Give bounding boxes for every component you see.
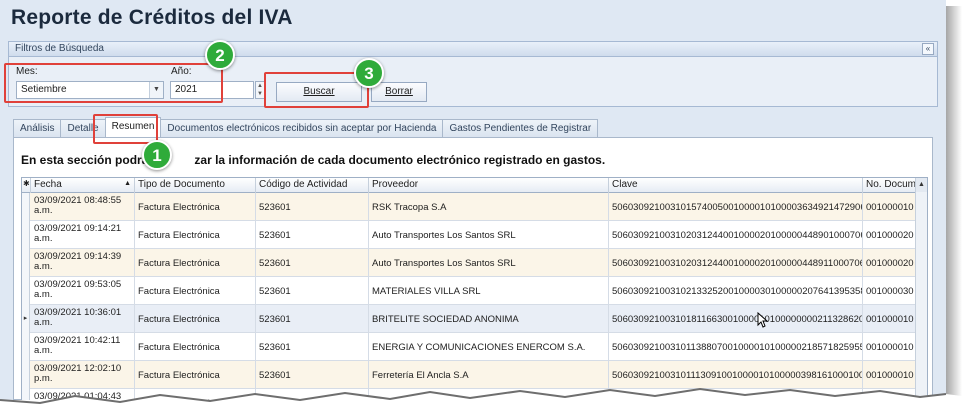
column-header-codigo[interactable]: Código de Actividad: [256, 178, 369, 193]
callout-badge-3: 3: [354, 58, 384, 88]
column-header-fecha[interactable]: Fecha ▲: [31, 178, 135, 193]
cell-no[interactable]: 001000020: [863, 221, 917, 249]
cell-tipo[interactable]: Factura Electrónica: [135, 277, 256, 305]
cell-proveedor[interactable]: RSK Tracopa S.A: [369, 193, 609, 221]
tab-analisis[interactable]: Análisis: [13, 119, 62, 138]
cell-clave[interactable]: 5060309210031021332520010000301000002076…: [609, 277, 863, 305]
pin-icon[interactable]: ✱: [22, 178, 31, 193]
cell-fecha[interactable]: 03/09/2021 10:36:01 a.m.: [31, 305, 135, 333]
scroll-up-icon[interactable]: ▲: [916, 178, 927, 192]
table-row[interactable]: 03/09/2021 10:42:11 a.m. Factura Electrón…: [22, 333, 927, 361]
column-header-proveedor[interactable]: Proveedor: [369, 178, 609, 193]
filters-header[interactable]: Filtros de Búsqueda «: [8, 41, 938, 57]
cell-clave[interactable]: 5060309210031018116630010000101000000002…: [609, 305, 863, 333]
cell-codigo[interactable]: 523601: [256, 305, 369, 333]
cell-codigo[interactable]: 523601: [256, 333, 369, 361]
torn-edge-decoration: [0, 387, 962, 418]
row-header[interactable]: [22, 249, 30, 277]
mouse-cursor-icon: [757, 312, 769, 328]
cell-tipo[interactable]: Factura Electrónica: [135, 221, 256, 249]
cell-proveedor[interactable]: BRITELITE SOCIEDAD ANONIMA: [369, 305, 609, 333]
callout-box-resumen-tab: [93, 114, 158, 144]
cell-tipo[interactable]: Factura Electrónica: [135, 333, 256, 361]
callout-box-date-filters: [4, 63, 223, 103]
cell-proveedor[interactable]: MATERIALES VILLA SRL: [369, 277, 609, 305]
table-row[interactable]: 03/09/2021 09:53:05 a.m. Factura Electrón…: [22, 277, 927, 305]
cell-fecha[interactable]: 03/09/2021 09:14:39 a.m.: [31, 249, 135, 277]
tab-content: En esta sección podrá zar la información …: [13, 137, 933, 400]
section-text-before: En esta sección podrá: [21, 153, 149, 167]
cell-clave[interactable]: 5060309210031015740050010000101000036349…: [609, 193, 863, 221]
filters-header-label: Filtros de Búsqueda: [15, 43, 104, 54]
row-header[interactable]: [22, 193, 30, 221]
row-header[interactable]: [22, 333, 30, 361]
callout-badge-1: 1: [142, 140, 172, 170]
cell-tipo[interactable]: Factura Electrónica: [135, 249, 256, 277]
cell-codigo[interactable]: 523601: [256, 277, 369, 305]
column-header-no-documento[interactable]: No. Docum: [863, 178, 917, 193]
section-text-after: zar la información de cada documento ele…: [194, 153, 606, 167]
table-row[interactable]: 03/09/2021 09:14:39 a.m. Factura Electrón…: [22, 249, 927, 277]
cell-no[interactable]: 001000010: [863, 333, 917, 361]
cell-proveedor[interactable]: Auto Transportes Los Santos SRL: [369, 249, 609, 277]
row-header[interactable]: [22, 221, 30, 249]
grid-rows: 03/09/2021 08:48:55 a.m. Factura Electrón…: [22, 193, 927, 400]
vertical-scrollbar[interactable]: ▲: [915, 178, 927, 400]
cell-codigo[interactable]: 523601: [256, 221, 369, 249]
cell-fecha[interactable]: 03/09/2021 10:42:11 a.m.: [31, 333, 135, 361]
tab-gastos-pendientes[interactable]: Gastos Pendientes de Registrar: [442, 119, 599, 138]
grid-header: ✱ Fecha ▲ Tipo de Documento Código de Ac…: [22, 178, 927, 193]
callout-badge-2: 2: [205, 40, 235, 70]
callout-box-search: [264, 72, 369, 108]
app-window: Reporte de Créditos del IVA Filtros de B…: [0, 0, 946, 400]
section-description: En esta sección podrá zar la información …: [21, 153, 605, 167]
cell-no[interactable]: 001000030: [863, 277, 917, 305]
table-row[interactable]: 03/09/2021 08:48:55 a.m. Factura Electrón…: [22, 193, 927, 221]
current-row-indicator-icon[interactable]: ▸: [22, 305, 30, 333]
cell-proveedor[interactable]: Auto Transportes Los Santos SRL: [369, 221, 609, 249]
table-row[interactable]: ▸ 03/09/2021 10:36:01 a.m. Factura Electró…: [22, 305, 927, 333]
cell-fecha[interactable]: 03/09/2021 09:53:05 a.m.: [31, 277, 135, 305]
tab-documentos-sin-aceptar[interactable]: Documentos electrónicos recibidos sin ac…: [160, 119, 444, 138]
page-title: Reporte de Créditos del IVA: [11, 6, 293, 29]
cell-tipo[interactable]: Factura Electrónica: [135, 193, 256, 221]
cell-tipo[interactable]: Factura Electrónica: [135, 305, 256, 333]
cell-codigo[interactable]: 523601: [256, 193, 369, 221]
clear-button[interactable]: Borrar: [371, 82, 427, 102]
cell-no[interactable]: 001000010: [863, 305, 917, 333]
cell-no[interactable]: 001000010: [863, 193, 917, 221]
window-shadow: [946, 6, 962, 396]
column-fecha-label: Fecha: [34, 179, 62, 190]
sort-ascending-icon: ▲: [124, 180, 131, 187]
data-grid: ✱ Fecha ▲ Tipo de Documento Código de Ac…: [21, 177, 928, 400]
cell-codigo[interactable]: 523601: [256, 249, 369, 277]
column-header-tipo[interactable]: Tipo de Documento: [135, 178, 256, 193]
collapse-icon[interactable]: «: [922, 43, 934, 55]
cell-clave[interactable]: 5060309210031011388070010000101000002185…: [609, 333, 863, 361]
cell-proveedor[interactable]: ENERGIA Y COMUNICACIONES ENERCOM S.A.: [369, 333, 609, 361]
cell-clave[interactable]: 5060309210031020312440010000201000004489…: [609, 249, 863, 277]
column-header-clave[interactable]: Clave: [609, 178, 863, 193]
row-header[interactable]: [22, 277, 30, 305]
cell-clave[interactable]: 5060309210031020312440010000201000004489…: [609, 221, 863, 249]
cell-no[interactable]: 001000020: [863, 249, 917, 277]
cell-fecha[interactable]: 03/09/2021 09:14:21 a.m.: [31, 221, 135, 249]
cell-fecha[interactable]: 03/09/2021 08:48:55 a.m.: [31, 193, 135, 221]
table-row[interactable]: 03/09/2021 09:14:21 a.m. Factura Electrón…: [22, 221, 927, 249]
